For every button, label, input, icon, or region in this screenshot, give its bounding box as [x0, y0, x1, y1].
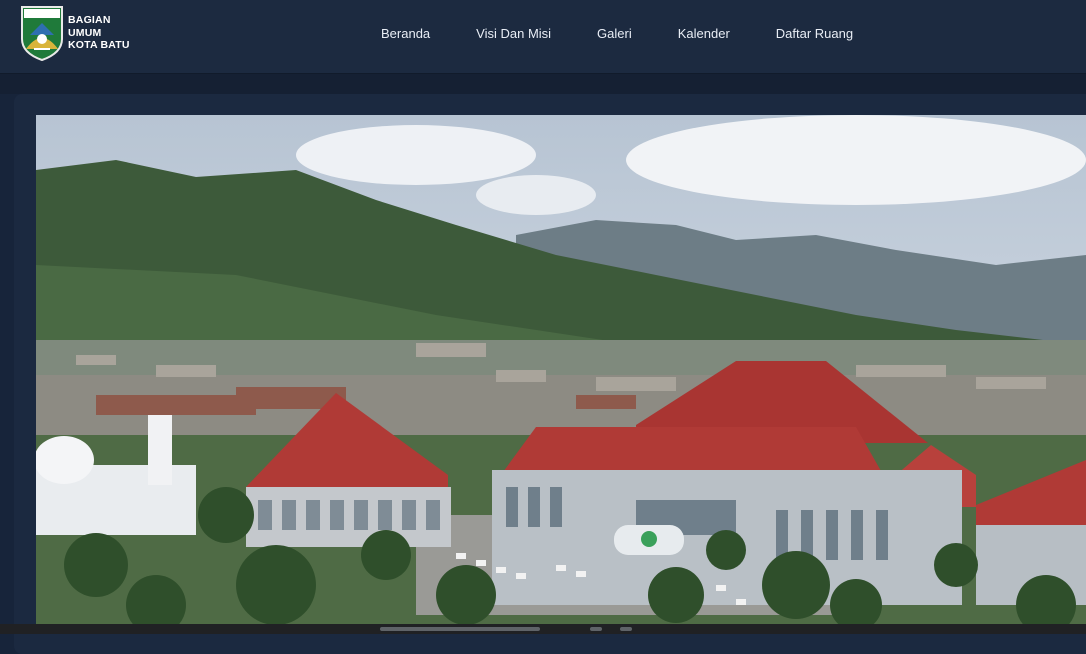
- taskbar-item[interactable]: [380, 627, 540, 631]
- main-nav: Beranda Visi Dan Misi Galeri Kalender Da…: [370, 26, 899, 41]
- taskbar-item[interactable]: [620, 627, 632, 631]
- nav-shadow-strip: [0, 74, 1086, 94]
- nav-item-daftar-ruang[interactable]: Daftar Ruang: [776, 26, 853, 41]
- nav-item-galeri[interactable]: Galeri: [597, 26, 632, 41]
- brand[interactable]: BAGIAN UMUM KOTA BATU: [20, 5, 130, 61]
- aerial-photo-icon: [36, 115, 1086, 624]
- kota-batu-logo-icon: [21, 6, 63, 61]
- nav-item-beranda[interactable]: Beranda: [381, 26, 430, 41]
- nav-item-visi-dan-misi[interactable]: Visi Dan Misi: [476, 26, 551, 41]
- taskbar-item[interactable]: [590, 627, 602, 631]
- taskbar: [0, 624, 1086, 634]
- hero-image: [36, 115, 1086, 624]
- brand-line-1: BAGIAN: [68, 14, 111, 27]
- navbar: BAGIAN UMUM KOTA BATU Beranda Visi Dan M…: [0, 0, 1086, 74]
- brand-line-2: UMUM: [68, 26, 102, 39]
- nav-item-kalender[interactable]: Kalender: [678, 26, 730, 41]
- brand-line-3: KOTA BATU: [68, 39, 130, 52]
- brand-text: BAGIAN UMUM KOTA BATU: [68, 14, 130, 52]
